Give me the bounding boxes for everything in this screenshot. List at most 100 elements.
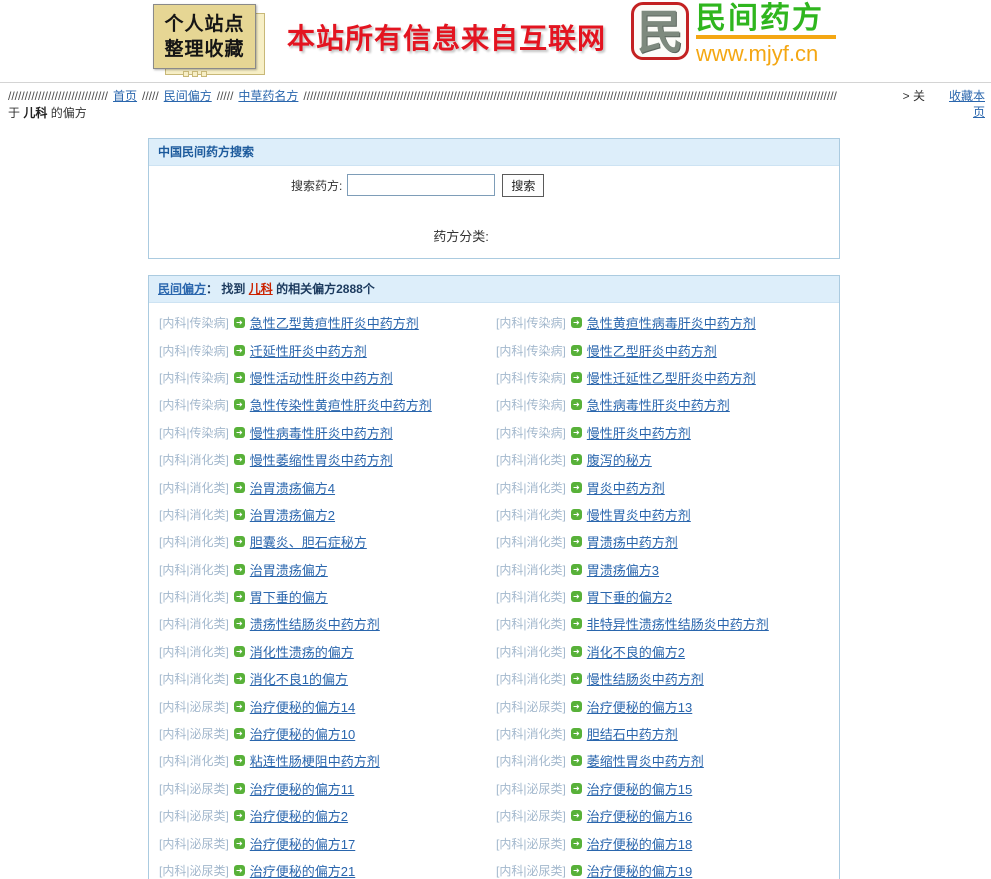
category-tag: [内科|消化类]	[496, 533, 566, 550]
breadcrumb-tail-suffix: 的偏方	[47, 106, 86, 120]
remedy-link[interactable]: 治疗便秘的偏方14	[250, 697, 355, 716]
remedy-link[interactable]: 治疗便秘的偏方10	[250, 724, 355, 743]
breadcrumb-tail-prefix: 于	[8, 106, 23, 120]
category-row: 药方分类:	[149, 226, 839, 245]
remedy-link[interactable]: 慢性结肠炎中药方剂	[587, 669, 704, 688]
remedy-link[interactable]: 急性病毒性肝炎中药方剂	[587, 395, 730, 414]
remedy-link[interactable]: 胃溃疡偏方3	[587, 560, 659, 579]
remedy-link[interactable]: 治疗便秘的偏方15	[587, 779, 692, 798]
remedy-link[interactable]: 胃下垂的偏方	[250, 587, 328, 606]
remedy-link[interactable]: 治疗便秘的偏方17	[250, 834, 355, 853]
remedy-link[interactable]: 治疗便秘的偏方2	[250, 806, 348, 825]
category-tag: [内科|传染病]	[159, 314, 229, 331]
remedy-link[interactable]: 胆结石中药方剂	[587, 724, 678, 743]
arrow-bullet-icon: ➜	[234, 728, 245, 739]
breadcrumb-tail-start: > 关	[903, 88, 925, 104]
remedy-link[interactable]: 消化性溃疡的偏方	[250, 642, 354, 661]
remedy-row: [内科|泌尿类] ➜ 治疗便秘的偏方19	[496, 857, 839, 879]
results-header: 民间偏方： 找到 儿科 的相关偏方2888个	[149, 276, 839, 303]
remedy-link[interactable]: 急性乙型黄疸性肝炎中药方剂	[250, 313, 419, 332]
remedy-link[interactable]: 治疗便秘的偏方16	[587, 806, 692, 825]
breadcrumb-link-home[interactable]: 首页	[113, 88, 137, 104]
remedy-row: [内科|传染病] ➜ 慢性病毒性肝炎中药方剂	[159, 419, 496, 446]
remedy-link[interactable]: 治疗便秘的偏方21	[250, 861, 355, 879]
remedy-link[interactable]: 治胃溃疡偏方	[250, 560, 328, 579]
arrow-bullet-icon: ➜	[571, 673, 582, 684]
remedy-link[interactable]: 慢性活动性肝炎中药方剂	[250, 368, 393, 387]
category-tag: [内科|消化类]	[159, 643, 229, 660]
remedy-link[interactable]: 迁延性肝炎中药方剂	[250, 341, 367, 360]
bookmark-link[interactable]: 收藏本页	[945, 88, 985, 120]
arrow-bullet-icon: ➜	[234, 755, 245, 766]
search-input[interactable]	[347, 174, 495, 196]
remedy-row: [内科|消化类] ➜ 治胃溃疡偏方	[159, 556, 496, 583]
remedy-link[interactable]: 治疗便秘的偏方19	[587, 861, 692, 879]
breadcrumb-link-folk-remedies[interactable]: 民间偏方	[164, 88, 212, 104]
remedy-link[interactable]: 慢性病毒性肝炎中药方剂	[250, 423, 393, 442]
remedy-link[interactable]: 腹泻的秘方	[587, 450, 652, 469]
remedy-link[interactable]: 粘连性肠梗阻中药方剂	[250, 751, 380, 770]
remedy-link[interactable]: 胃下垂的偏方2	[587, 587, 672, 606]
breadcrumb-slashes-left: //////////////////////////////	[8, 88, 108, 104]
logo-seal-icon: 民	[631, 2, 689, 60]
remedy-row: [内科|传染病] ➜ 急性黄疸性病毒肝炎中药方剂	[496, 309, 839, 336]
remedy-row: [内科|消化类] ➜ 治胃溃疡偏方2	[159, 501, 496, 528]
category-tag: [内科|泌尿类]	[159, 698, 229, 715]
remedy-row: [内科|消化类] ➜ 粘连性肠梗阻中药方剂	[159, 747, 496, 774]
remedy-link[interactable]: 慢性肝炎中药方剂	[587, 423, 691, 442]
remedy-link[interactable]: 胃炎中药方剂	[587, 478, 665, 497]
arrow-bullet-icon: ➜	[571, 646, 582, 657]
remedy-row: [内科|传染病] ➜ 慢性活动性肝炎中药方剂	[159, 364, 496, 391]
results-column-left: [内科|传染病] ➜ 急性乙型黄疸性肝炎中药方剂 [内科|传染病] ➜ 迁延性肝…	[149, 309, 496, 879]
badge-line2: 整理收藏	[164, 37, 244, 62]
arrow-bullet-icon: ➜	[234, 646, 245, 657]
category-tag: [内科|消化类]	[159, 533, 229, 550]
remedy-link[interactable]: 溃疡性结肠炎中药方剂	[250, 614, 380, 633]
remedy-link[interactable]: 治疗便秘的偏方13	[587, 697, 692, 716]
remedy-link[interactable]: 治胃溃疡偏方4	[250, 478, 335, 497]
category-tag: [内科|消化类]	[159, 561, 229, 578]
arrow-bullet-icon: ➜	[234, 482, 245, 493]
remedy-link[interactable]: 慢性萎缩性胃炎中药方剂	[250, 450, 393, 469]
remedy-link[interactable]: 非特异性溃疡性结肠炎中药方剂	[587, 614, 769, 633]
arrow-bullet-icon: ➜	[571, 536, 582, 547]
arrow-bullet-icon: ➜	[234, 427, 245, 438]
category-tag: [内科|泌尿类]	[496, 807, 566, 824]
results-header-link[interactable]: 民间偏方	[158, 282, 206, 296]
remedy-row: [内科|泌尿类] ➜ 治疗便秘的偏方14	[159, 692, 496, 719]
search-body: 搜索药方: 搜索 药方分类:	[149, 166, 839, 258]
remedy-link[interactable]: 治疗便秘的偏方11	[250, 779, 355, 798]
search-button[interactable]: 搜索	[502, 174, 544, 197]
remedy-row: [内科|消化类] ➜ 溃疡性结肠炎中药方剂	[159, 610, 496, 637]
category-tag: [内科|消化类]	[496, 615, 566, 632]
remedy-link[interactable]: 消化不良1的偏方	[250, 669, 348, 688]
category-tag: [内科|消化类]	[496, 752, 566, 769]
remedy-link[interactable]: 急性传染性黄疸性肝炎中药方剂	[250, 395, 432, 414]
breadcrumb-line1: ////////////////////////////// 首页 ///// …	[8, 88, 925, 104]
category-tag: [内科|泌尿类]	[496, 780, 566, 797]
remedy-link[interactable]: 急性黄疸性病毒肝炎中药方剂	[587, 313, 756, 332]
results-keyword-link[interactable]: 儿科	[249, 282, 273, 296]
remedy-link[interactable]: 治疗便秘的偏方18	[587, 834, 692, 853]
remedy-row: [内科|消化类] ➜ 消化不良1的偏方	[159, 665, 496, 692]
remedy-link[interactable]: 治胃溃疡偏方2	[250, 505, 335, 524]
remedy-link[interactable]: 慢性乙型肝炎中药方剂	[587, 341, 717, 360]
remedy-row: [内科|消化类] ➜ 萎缩性胃炎中药方剂	[496, 747, 839, 774]
breadcrumb-separator: /////	[142, 88, 159, 104]
category-label: 药方分类:	[433, 229, 489, 244]
category-tag: [内科|消化类]	[159, 752, 229, 769]
site-logo[interactable]: 民 民间药方 www.mjyf.cn	[631, 2, 836, 66]
remedy-link[interactable]: 慢性迁延性乙型肝炎中药方剂	[587, 368, 756, 387]
remedy-row: [内科|泌尿类] ➜ 治疗便秘的偏方11	[159, 775, 496, 802]
remedy-link[interactable]: 胆囊炎、胆石症秘方	[250, 532, 367, 551]
arrow-bullet-icon: ➜	[571, 345, 582, 356]
remedy-row: [内科|泌尿类] ➜ 治疗便秘的偏方18	[496, 829, 839, 856]
breadcrumb-link-herbal-formulas[interactable]: 中草药名方	[238, 88, 298, 104]
page: 个人站点 整理收藏 本站所有信息来自互联网 民 民间药方 www.mjyf.cn…	[0, 0, 991, 879]
arrow-bullet-icon: ➜	[234, 372, 245, 383]
category-tag: [内科|消化类]	[159, 506, 229, 523]
remedy-link[interactable]: 消化不良的偏方2	[587, 642, 685, 661]
remedy-link[interactable]: 慢性胃炎中药方剂	[587, 505, 691, 524]
remedy-link[interactable]: 胃溃疡中药方剂	[587, 532, 678, 551]
remedy-link[interactable]: 萎缩性胃炎中药方剂	[587, 751, 704, 770]
